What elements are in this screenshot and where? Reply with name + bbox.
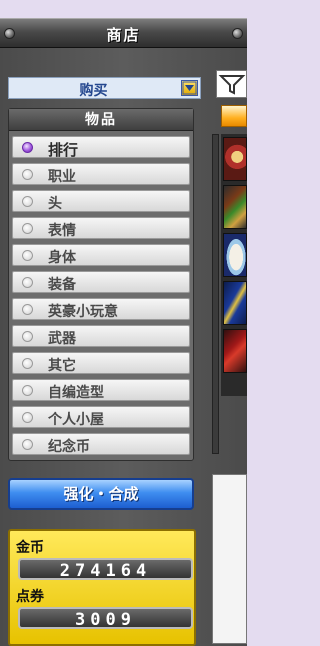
category-item-house[interactable]: 个人小屋 — [12, 406, 190, 428]
category-label: 装备 — [48, 277, 76, 293]
category-label: 其它 — [48, 358, 76, 374]
radio-selected-icon — [22, 142, 33, 153]
points-value-box: 3009 — [18, 607, 193, 630]
window-title: 商店 — [106, 26, 141, 44]
item-scrollbar[interactable] — [212, 134, 219, 454]
category-item-coins[interactable]: 纪念币 — [12, 433, 190, 455]
title-bar: 商店 — [0, 18, 247, 48]
radio-icon — [22, 277, 33, 288]
bolt-icon — [232, 28, 243, 39]
badge-item-icon[interactable] — [223, 137, 247, 181]
hammer-item-icon[interactable] — [223, 185, 247, 229]
item-grid — [221, 134, 247, 396]
category-item-equipment[interactable]: 装备 — [12, 271, 190, 293]
wallet-panel: 金币 274164 点券 3009 — [8, 529, 196, 646]
radio-icon — [22, 304, 33, 315]
category-item-job[interactable]: 职业 — [12, 163, 190, 185]
chevron-down-icon[interactable] — [181, 80, 198, 96]
category-label: 纪念币 — [48, 439, 90, 455]
category-label: 职业 — [48, 169, 76, 185]
category-label: 头 — [48, 196, 62, 212]
category-item-custom-style[interactable]: 自编造型 — [12, 379, 190, 401]
radio-icon — [22, 331, 33, 342]
category-item-weapons[interactable]: 武器 — [12, 325, 190, 347]
category-item-ranking[interactable]: 排行 — [12, 136, 190, 159]
shop-mode-label: 购买 — [79, 83, 108, 99]
category-label: 排行 — [48, 141, 79, 159]
category-label: 英豪小玩意 — [48, 304, 118, 320]
radio-icon — [22, 169, 33, 180]
radio-icon — [22, 223, 33, 234]
gold-value-box: 274164 — [18, 558, 193, 581]
radio-icon — [22, 385, 33, 396]
category-item-emote[interactable]: 表情 — [12, 217, 190, 239]
item-detail-panel — [212, 474, 247, 644]
gold-label: 金币 — [16, 540, 44, 556]
category-label: 个人小屋 — [48, 412, 104, 428]
category-header: 物品 — [9, 109, 193, 131]
radio-icon — [22, 196, 33, 207]
gold-value: 274164 — [59, 561, 152, 581]
category-label: 身体 — [48, 250, 76, 266]
spear-item-icon[interactable] — [223, 281, 247, 325]
category-item-body[interactable]: 身体 — [12, 244, 190, 266]
egg-item-icon[interactable] — [223, 233, 247, 277]
category-item-head[interactable]: 头 — [12, 190, 190, 212]
points-label: 点券 — [16, 589, 44, 605]
category-label: 表情 — [48, 223, 76, 239]
radio-icon — [22, 412, 33, 423]
points-value: 3009 — [75, 610, 136, 630]
category-label: 武器 — [48, 331, 76, 347]
claw-item-icon[interactable] — [223, 329, 247, 373]
filter-funnel-icon — [218, 75, 246, 95]
shop-mode-dropdown[interactable]: 购买 — [8, 77, 201, 99]
enhance-combine-button[interactable]: 强化・合成 — [8, 478, 194, 510]
radio-icon — [22, 358, 33, 369]
category-list: 物品 排行 职业 头 表情 身体 装备 英豪小玩意 武器 其它 自编造型 个人小… — [8, 108, 194, 461]
radio-icon — [22, 439, 33, 450]
radio-icon — [22, 250, 33, 261]
category-label: 自编造型 — [48, 385, 104, 401]
category-item-gadgets[interactable]: 英豪小玩意 — [12, 298, 190, 320]
sort-tab[interactable] — [221, 105, 247, 127]
category-item-other[interactable]: 其它 — [12, 352, 190, 374]
filter-button[interactable] — [216, 70, 247, 98]
